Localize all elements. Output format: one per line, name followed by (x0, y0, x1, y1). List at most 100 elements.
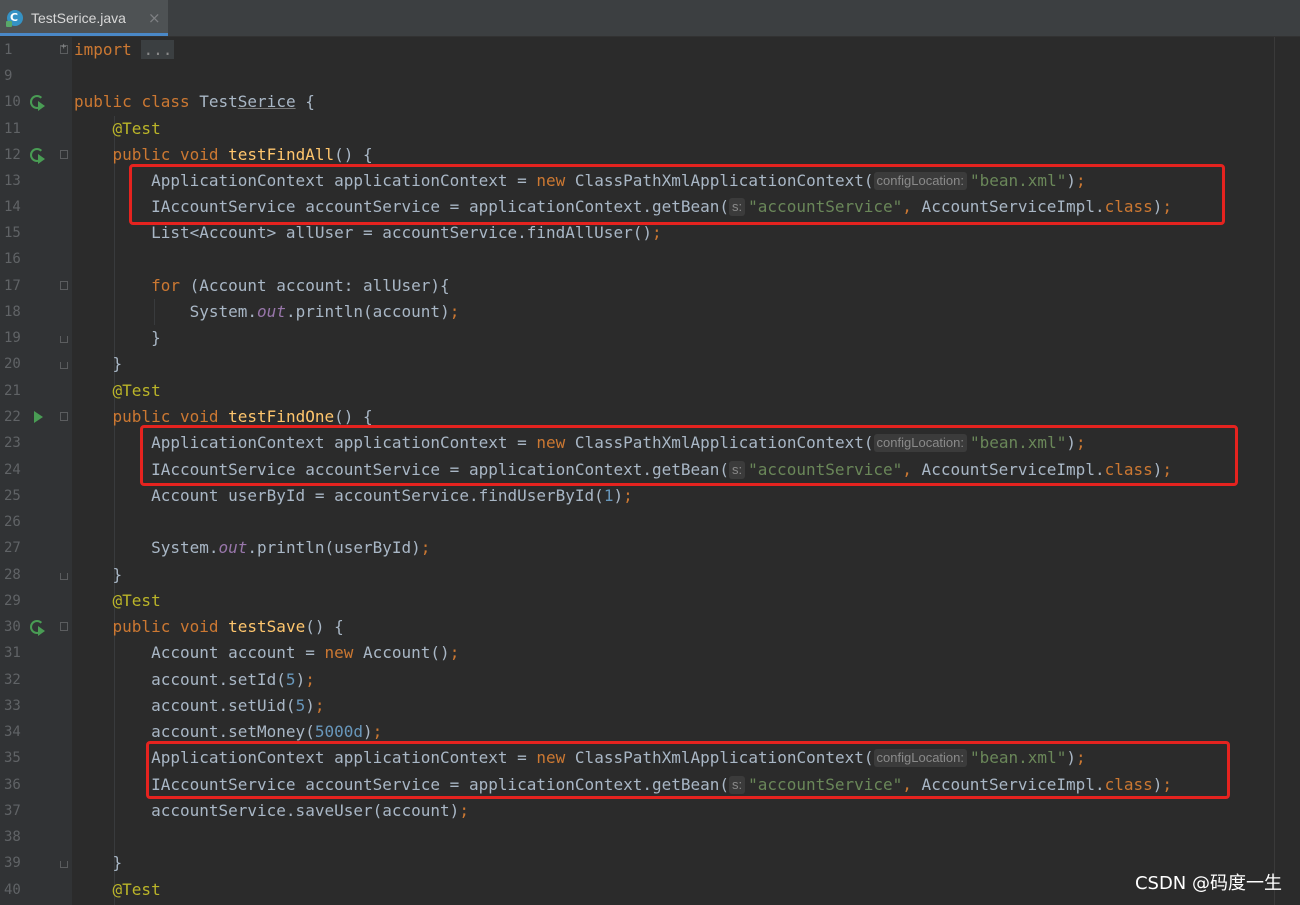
static-field: out (218, 538, 248, 557)
semicolon: ; (651, 223, 662, 242)
code-line-21: 21 @Test (0, 378, 1274, 404)
code-line-10: 10 public class TestSerice { (0, 89, 1274, 115)
brace: } (112, 853, 123, 872)
run-tests-icon[interactable] (30, 94, 46, 111)
semicolon: ; (314, 696, 325, 715)
highlight-box (140, 425, 1238, 486)
fold-end-icon[interactable] (60, 336, 68, 343)
line-number: 38 (4, 829, 21, 845)
editor-tab-bar: TestSerice.java × (0, 0, 1300, 37)
semicolon: ; (372, 722, 383, 741)
run-test-icon[interactable] (30, 147, 46, 164)
code-line-37: 37 accountService.saveUser(account); (0, 798, 1274, 824)
brace: } (112, 565, 123, 584)
brace: { (305, 92, 315, 111)
semicolon: ; (449, 302, 460, 321)
code-text: ) (363, 722, 373, 741)
keyword: void (179, 617, 219, 636)
code-text: Account userById = accountService.findUs… (151, 486, 604, 505)
annotation: @Test (112, 591, 161, 610)
fold-icon[interactable] (60, 150, 68, 159)
fold-icon[interactable] (60, 412, 68, 421)
semicolon: ; (305, 670, 315, 689)
line-number: 36 (4, 777, 21, 793)
line-number: 17 (4, 278, 21, 294)
code-text: ) (613, 486, 624, 505)
method-name: testSave (228, 617, 306, 636)
right-margin-guide (1274, 37, 1275, 905)
line-number: 34 (4, 724, 21, 740)
semicolon: ; (449, 643, 460, 662)
code-text: Account() (353, 643, 450, 662)
code-text: () { (334, 145, 373, 164)
number-literal: 5000d (314, 722, 363, 741)
keyword: public (112, 145, 171, 164)
code-text: .println(userById) (247, 538, 421, 557)
code-line-29: 29 @Test (0, 588, 1274, 614)
keyword: new (324, 643, 354, 662)
tab-testserice-java[interactable]: TestSerice.java × (0, 0, 168, 36)
code-line-27: 27 System.out.println(userById); (0, 535, 1274, 561)
fold-end-icon[interactable] (60, 573, 68, 580)
fold-icon[interactable] (60, 622, 68, 631)
code-line-19: 19 } (0, 325, 1274, 351)
fold-expand-icon[interactable] (60, 42, 68, 54)
line-number: 22 (4, 409, 21, 425)
line-number: 39 (4, 855, 21, 871)
line-number: 9 (4, 68, 13, 84)
watermark: CSDN @码度一生 (1134, 873, 1282, 894)
tab-title: TestSerice.java (31, 10, 126, 26)
code-line-40: 40 @Test (0, 877, 1274, 903)
class-name: TestSerice (199, 92, 296, 111)
fold-end-icon[interactable] (60, 362, 68, 369)
code-text: ) (305, 696, 315, 715)
close-tab-icon[interactable]: × (148, 9, 161, 27)
line-number: 32 (4, 672, 21, 688)
java-class-icon (6, 10, 23, 27)
code-line-11: 11 @Test (0, 116, 1274, 142)
line-number: 19 (4, 330, 21, 346)
code-text: System. (151, 538, 219, 557)
keyword: for (151, 276, 180, 295)
folded-imports[interactable]: ... (141, 40, 175, 59)
code-text: account.setUid( (151, 696, 296, 715)
keyword: public (74, 92, 132, 111)
method-name: testFindAll (228, 145, 335, 164)
annotation: @Test (112, 381, 161, 400)
fold-end-icon[interactable] (60, 861, 68, 868)
code-line-28: 28 } (0, 562, 1274, 588)
line-number: 26 (4, 514, 21, 530)
code-text: account.setMoney( (151, 722, 315, 741)
line-number: 30 (4, 619, 21, 635)
number-literal: 5 (285, 670, 296, 689)
line-number: 37 (4, 803, 21, 819)
code-text: .println(account) (285, 302, 450, 321)
fold-icon[interactable] (60, 281, 68, 290)
code-text: System. (189, 302, 258, 321)
line-number: 11 (4, 121, 21, 137)
code-line-31: 31 Account account = new Account(); (0, 640, 1274, 666)
line-number: 15 (4, 225, 21, 241)
line-number: 24 (4, 462, 21, 478)
code-text: accountService.saveUser(account) (151, 801, 460, 820)
line-number: 33 (4, 698, 21, 714)
highlight-box (146, 741, 1230, 799)
line-number: 12 (4, 147, 21, 163)
run-test-icon[interactable] (34, 411, 43, 423)
line-number: 28 (4, 567, 21, 583)
line-number: 35 (4, 750, 21, 766)
code-line-18: 18 System.out.println(account); (0, 299, 1274, 325)
annotation: @Test (112, 880, 161, 899)
code-line-17: 17 for (Account account: allUser){ (0, 273, 1274, 299)
method-name: testFindOne (228, 407, 335, 426)
code-text: () { (334, 407, 373, 426)
code-line-9: 9 (0, 63, 1274, 89)
number-literal: 5 (295, 696, 306, 715)
keyword: void (179, 145, 219, 164)
run-test-icon[interactable] (30, 619, 46, 636)
keyword: class (141, 92, 190, 111)
keyword: import (74, 40, 132, 59)
code-text: List<Account> allUser = accountService.f… (151, 223, 652, 242)
code-line-30: 30 public void testSave() { (0, 614, 1274, 640)
line-number: 13 (4, 173, 21, 189)
